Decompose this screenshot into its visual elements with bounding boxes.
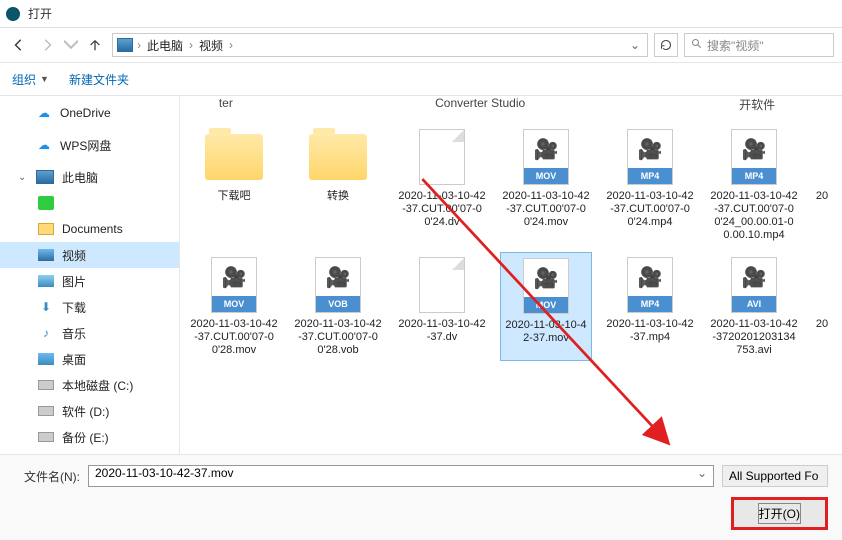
search-icon — [691, 38, 703, 53]
file-tile[interactable]: 🎥MOV 2020-11-03-10-42-37.CUT.00'07-00'28… — [188, 252, 280, 361]
tree-diske[interactable]: 备份 (E:) — [0, 424, 179, 450]
organize-menu[interactable]: 组织▼ — [12, 71, 49, 88]
app-icon — [6, 7, 20, 21]
filename-input[interactable]: 2020-11-03-10-42-37.mov ⌄ — [88, 465, 714, 487]
tree-diskd[interactable]: 软件 (D:) — [0, 398, 179, 424]
green-icon — [38, 196, 54, 210]
file-tile[interactable]: 🎥MP4 2020-11-03-10-42-37.CUT.00'07-00'24… — [604, 124, 696, 246]
tree-onedrive[interactable]: ☁ OneDrive — [0, 100, 179, 126]
file-tile[interactable]: 2020-11-03-10-42-37.CUT.00'07-00'24.dv — [396, 124, 488, 246]
desktop-icon — [38, 353, 54, 365]
file-tile-cut[interactable]: 20 — [812, 252, 832, 361]
folder-icon — [38, 223, 54, 235]
music-icon: ♪ — [38, 326, 54, 340]
file-list[interactable]: ter Converter Studio 开软件 下载吧 转换 2020-11-… — [180, 96, 842, 454]
file-tile[interactable]: 🎥VOB 2020-11-03-10-42-37.CUT.00'07-00'28… — [292, 252, 384, 361]
window-title: 打开 — [28, 5, 52, 22]
video-icon — [38, 249, 54, 261]
video-file-icon: 🎥MP4 — [627, 129, 673, 185]
refresh-button[interactable] — [654, 33, 678, 57]
video-file-icon: 🎥MP4 — [627, 257, 673, 313]
tree-videos[interactable]: 视频 — [0, 242, 179, 268]
crumb-videos[interactable]: 视频 — [197, 37, 225, 54]
video-file-icon: 🎥AVI — [731, 257, 777, 313]
disk-icon — [38, 406, 54, 416]
video-file-icon: 🎥MOV — [523, 258, 569, 314]
sidebar-tree[interactable]: ☁ OneDrive ☁ WPS网盘 ⌄ 此电脑 Documents 视频 — [0, 96, 180, 454]
folder-tile[interactable]: 下载吧 — [188, 124, 280, 246]
file-icon — [419, 129, 465, 185]
new-folder-button[interactable]: 新建文件夹 — [69, 71, 129, 88]
file-icon — [419, 257, 465, 313]
toolbar: 组织▼ 新建文件夹 — [0, 62, 842, 96]
video-file-icon: 🎥MOV — [211, 257, 257, 313]
search-box[interactable]: 搜索"视频" — [684, 33, 834, 57]
recent-dropdown[interactable] — [64, 34, 78, 56]
cloud-icon: ☁ — [36, 106, 52, 120]
back-button[interactable] — [8, 34, 30, 56]
crumb-sep: › — [189, 38, 193, 52]
wps-icon: ☁ — [36, 138, 52, 152]
folder-tile[interactable]: 转换 — [292, 124, 384, 246]
filename-label: 文件名(N): — [14, 468, 80, 485]
file-tile[interactable]: 🎥MP4 2020-11-03-10-42-37.CUT.00'07-00'24… — [708, 124, 800, 246]
file-tile[interactable]: 🎥MP4 2020-11-03-10-42-37.mp4 — [604, 252, 696, 361]
video-file-icon: 🎥MP4 — [731, 129, 777, 185]
nav-bar: › 此电脑 › 视频 › ⌄ 搜索"视频" — [0, 28, 842, 62]
main-area: ☁ OneDrive ☁ WPS网盘 ⌄ 此电脑 Documents 视频 — [0, 96, 842, 454]
crumb-thispc[interactable]: 此电脑 — [145, 37, 185, 54]
file-tile[interactable]: 🎥AVI 2020-11-03-10-42-3720201203134753.a… — [708, 252, 800, 361]
crumb-sep: › — [229, 38, 233, 52]
tree-music[interactable]: ♪ 音乐 — [0, 320, 179, 346]
tree-wps[interactable]: ☁ WPS网盘 — [0, 132, 179, 158]
file-type-filter[interactable]: All Supported Fo — [722, 465, 828, 487]
titlebar: 打开 — [0, 0, 842, 28]
address-bar[interactable]: › 此电脑 › 视频 › ⌄ — [112, 33, 648, 57]
tree-diskc[interactable]: 本地磁盘 (C:) — [0, 372, 179, 398]
tree-pictures[interactable]: 图片 — [0, 268, 179, 294]
tree-downloads[interactable]: ⬇ 下载 — [0, 294, 179, 320]
video-file-icon: 🎥VOB — [315, 257, 361, 313]
pc-icon — [36, 170, 54, 184]
video-file-icon: 🎥MOV — [523, 129, 569, 185]
tree-thispc[interactable]: ⌄ 此电脑 — [0, 164, 179, 190]
tree-desktop[interactable]: 桌面 — [0, 346, 179, 372]
cutoff-header-row: ter Converter Studio 开软件 — [188, 96, 834, 118]
collapse-icon[interactable]: ⌄ — [18, 172, 28, 183]
folder-icon — [309, 134, 367, 180]
disk-icon — [38, 380, 54, 390]
folder-icon — [205, 134, 263, 180]
filename-dropdown-icon[interactable]: ⌄ — [697, 466, 707, 480]
file-tile[interactable]: 🎥MOV 2020-11-03-10-42-37.CUT.00'07-00'24… — [500, 124, 592, 246]
up-button[interactable] — [84, 34, 106, 56]
address-dropdown[interactable]: ⌄ — [627, 38, 643, 52]
file-tile[interactable]: 2020-11-03-10-42-37.dv — [396, 252, 488, 361]
crumb-sep: › — [137, 38, 141, 52]
dialog-footer: 文件名(N): 2020-11-03-10-42-37.mov ⌄ All Su… — [0, 454, 842, 540]
disk-icon — [38, 432, 54, 442]
download-icon: ⬇ — [38, 300, 54, 314]
file-tile-selected[interactable]: 🎥MOV 2020-11-03-10-42-37.mov — [500, 252, 592, 361]
tree-green[interactable] — [0, 190, 179, 216]
picture-icon — [38, 275, 54, 287]
pc-icon — [117, 38, 133, 52]
tree-documents[interactable]: Documents — [0, 216, 179, 242]
forward-button[interactable] — [36, 34, 58, 56]
open-button[interactable]: 打开(O) — [731, 497, 828, 530]
search-placeholder: 搜索"视频" — [707, 37, 764, 54]
file-tile-cut[interactable]: 20 — [812, 124, 832, 246]
